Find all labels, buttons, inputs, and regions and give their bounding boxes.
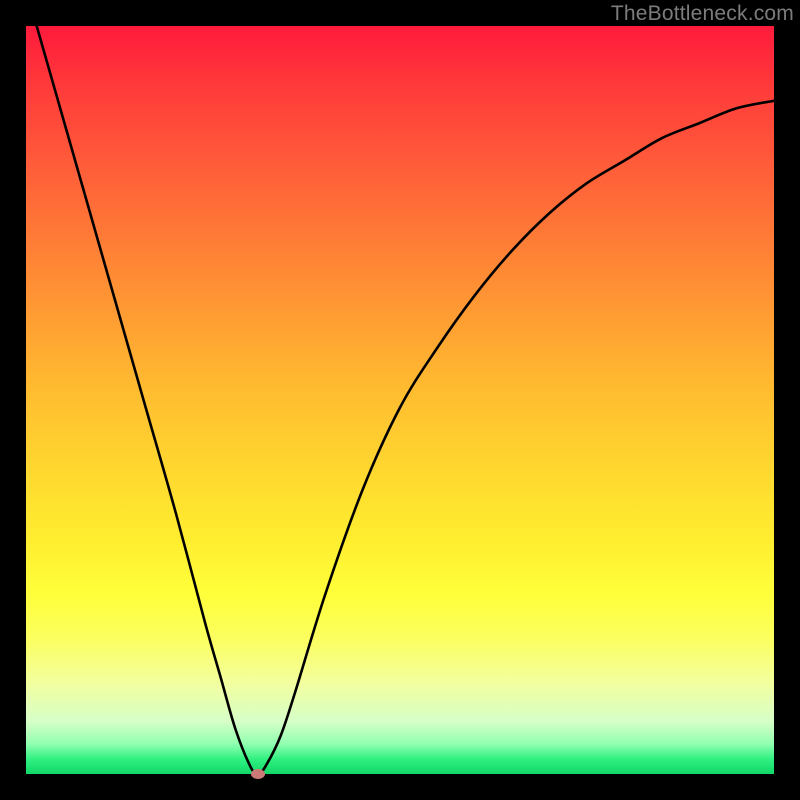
bottleneck-curve <box>26 26 774 774</box>
optimal-point-marker <box>251 769 265 779</box>
watermark-text: TheBottleneck.com <box>611 2 794 26</box>
